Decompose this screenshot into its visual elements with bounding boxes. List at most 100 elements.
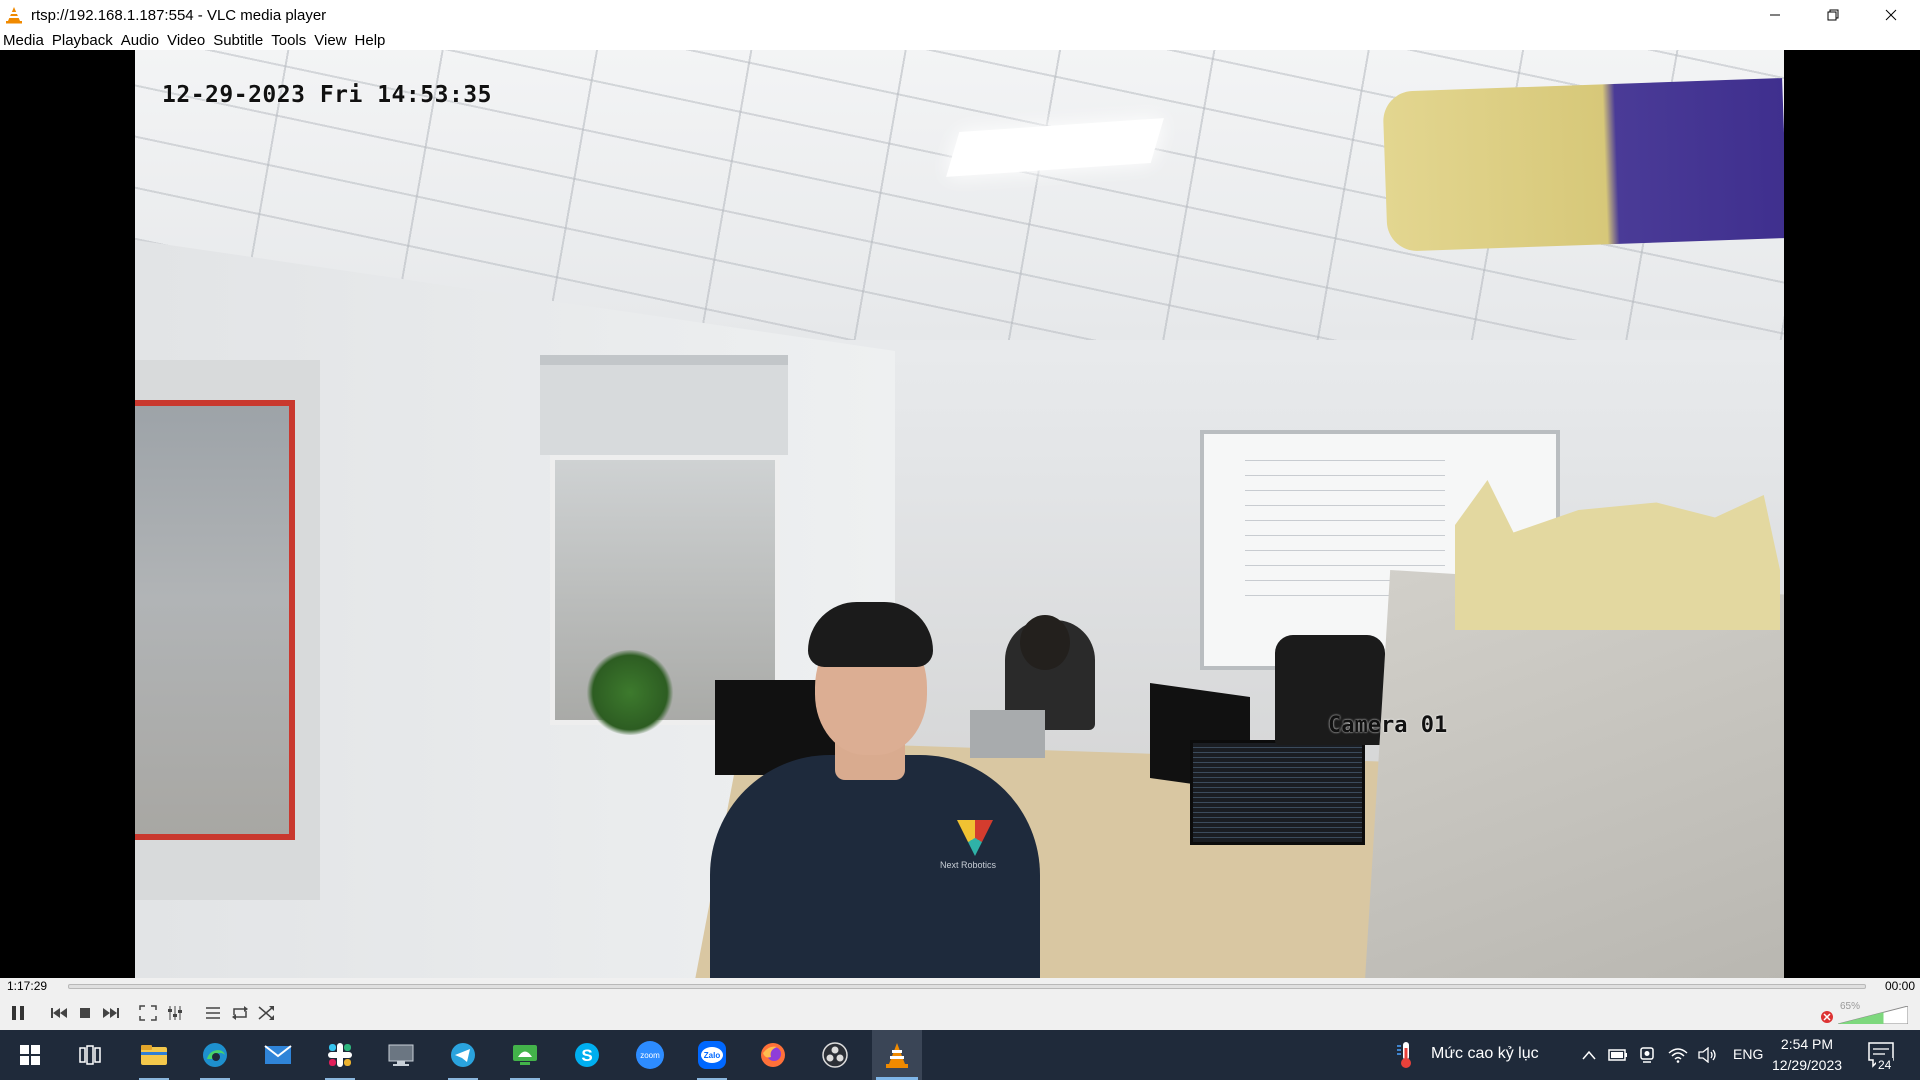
total-time[interactable]: 00:00 xyxy=(1885,979,1915,993)
next-icon xyxy=(103,1008,119,1018)
input-language[interactable]: ENG xyxy=(1733,1046,1763,1062)
minimize-button[interactable] xyxy=(1746,0,1804,30)
taskbar-file-explorer[interactable] xyxy=(129,1030,179,1080)
menu-view[interactable]: View xyxy=(314,32,346,49)
video-output[interactable]: Next Robotics 12-29-2023 Fri 14:53:35 Ca… xyxy=(0,50,1920,978)
zoom-icon: zoom xyxy=(636,1041,664,1069)
laptop xyxy=(970,710,1045,758)
vlc-window: rtsp://192.168.1.187:554 - VLC media pla… xyxy=(0,0,1920,1030)
pause-icon xyxy=(12,1006,24,1020)
taskbar-skype[interactable]: S xyxy=(562,1030,612,1080)
taskbar-zoom[interactable]: zoom xyxy=(625,1030,675,1080)
playback-controls: 65% xyxy=(0,996,1920,1030)
volume-control[interactable]: 65% xyxy=(1820,1000,1910,1026)
zalo-icon: Zalo xyxy=(698,1041,726,1069)
file-explorer-icon xyxy=(141,1045,167,1065)
extended-settings-icon xyxy=(168,1006,182,1020)
extended-settings-button[interactable] xyxy=(163,1001,187,1025)
weather-text[interactable]: Mức cao kỷ lục xyxy=(1431,1045,1539,1063)
close-button[interactable] xyxy=(1862,0,1920,30)
skype-icon: S xyxy=(575,1043,599,1067)
next-button[interactable] xyxy=(99,1001,123,1025)
speaker-icon xyxy=(1698,1047,1716,1063)
title-bar[interactable]: rtsp://192.168.1.187:554 - VLC media pla… xyxy=(0,0,1920,30)
notification-count: 24 xyxy=(1876,1058,1894,1072)
weather-thermometer-icon[interactable] xyxy=(1394,1040,1418,1070)
taskbar-zalo[interactable]: Zalo xyxy=(687,1030,737,1080)
taskbar-slack[interactable] xyxy=(315,1030,365,1080)
webcam-icon xyxy=(1640,1047,1654,1063)
taskbar-obs[interactable] xyxy=(810,1030,860,1080)
foreground-panel xyxy=(1365,570,1784,978)
elapsed-time[interactable]: 1:17:29 xyxy=(7,979,47,993)
camera-feed: Next Robotics 12-29-2023 Fri 14:53:35 Ca… xyxy=(135,50,1784,978)
vlc-icon xyxy=(886,1043,908,1068)
loop-button[interactable] xyxy=(228,1001,252,1025)
seated-person-head xyxy=(1020,615,1070,670)
stop-icon xyxy=(80,1008,90,1018)
previous-icon xyxy=(51,1008,67,1018)
stop-button[interactable] xyxy=(73,1001,97,1025)
camera-tray[interactable] xyxy=(1637,1044,1659,1066)
task-view-button[interactable] xyxy=(65,1030,115,1080)
taskbar-vlc[interactable] xyxy=(872,1030,922,1080)
battery-tray[interactable] xyxy=(1607,1044,1629,1066)
edge-icon xyxy=(203,1043,227,1067)
start-button[interactable] xyxy=(5,1030,55,1080)
show-hidden-icons-button[interactable] xyxy=(1578,1044,1600,1066)
clock-time: 2:54 PM xyxy=(1780,1036,1834,1052)
shuffle-icon xyxy=(258,1006,274,1020)
menu-bar: Media Playback Audio Video Subtitle Tool… xyxy=(0,30,1920,50)
taskbar-edge[interactable] xyxy=(190,1030,240,1080)
taskbar-telegram[interactable] xyxy=(438,1030,488,1080)
menu-tools[interactable]: Tools xyxy=(271,32,306,49)
zoom-icon-label: zoom xyxy=(640,1051,660,1060)
volume-tray[interactable] xyxy=(1697,1044,1719,1066)
shirt-logo-text: Next Robotics xyxy=(940,860,997,870)
menu-audio[interactable]: Audio xyxy=(121,32,159,49)
slack-icon xyxy=(328,1043,352,1067)
shuffle-button[interactable] xyxy=(254,1001,278,1025)
volume-slider[interactable] xyxy=(1838,1006,1908,1024)
fullscreen-icon xyxy=(139,1005,157,1021)
pause-button[interactable] xyxy=(6,1001,30,1025)
roller-blind xyxy=(540,355,788,455)
previous-button[interactable] xyxy=(47,1001,71,1025)
svg-text:S: S xyxy=(581,1046,592,1065)
telegram-icon xyxy=(451,1043,475,1067)
playlist-button[interactable] xyxy=(201,1001,225,1025)
taskbar-mail[interactable] xyxy=(253,1030,303,1080)
close-icon xyxy=(1885,9,1897,21)
playlist-icon xyxy=(206,1007,220,1019)
task-view-icon xyxy=(79,1045,101,1065)
anydesk-icon xyxy=(513,1045,537,1065)
menu-help[interactable]: Help xyxy=(355,32,386,49)
battery-icon xyxy=(1608,1049,1627,1061)
windows-start-icon xyxy=(20,1045,40,1065)
window-title: rtsp://192.168.1.187:554 - VLC media pla… xyxy=(31,6,327,24)
loop-icon xyxy=(232,1006,248,1020)
mail-icon xyxy=(264,1045,292,1064)
menu-media[interactable]: Media xyxy=(3,32,44,49)
speaker-muted-icon xyxy=(1821,1011,1833,1023)
osd-datetime: 12-29-2023 Fri 14:53:35 xyxy=(162,82,492,108)
menu-subtitle[interactable]: Subtitle xyxy=(213,32,263,49)
wifi-tray[interactable] xyxy=(1667,1044,1689,1066)
taskbar-clock[interactable]: 2:54 PM 12/29/2023 xyxy=(1762,1034,1852,1076)
chevron-up-icon xyxy=(1582,1050,1596,1060)
lego-model-top xyxy=(1382,78,1784,252)
taskbar-anydesk[interactable] xyxy=(500,1030,550,1080)
restore-button[interactable] xyxy=(1804,0,1862,30)
open-doorway xyxy=(135,400,295,840)
menu-video[interactable]: Video xyxy=(167,32,205,49)
fullscreen-button[interactable] xyxy=(136,1001,160,1025)
windows-taskbar: S zoom Zalo Mức cao kỷ lục ENG 2:54 PM 1… xyxy=(0,1030,1920,1080)
taskbar-remote-desktop[interactable] xyxy=(376,1030,426,1080)
restore-icon xyxy=(1827,9,1839,21)
menu-playback[interactable]: Playback xyxy=(52,32,113,49)
obs-icon xyxy=(822,1042,848,1068)
code-monitor xyxy=(1190,740,1365,845)
taskbar-firefox[interactable] xyxy=(748,1030,798,1080)
firefox-icon xyxy=(761,1043,785,1067)
seek-slider[interactable] xyxy=(68,984,1866,989)
